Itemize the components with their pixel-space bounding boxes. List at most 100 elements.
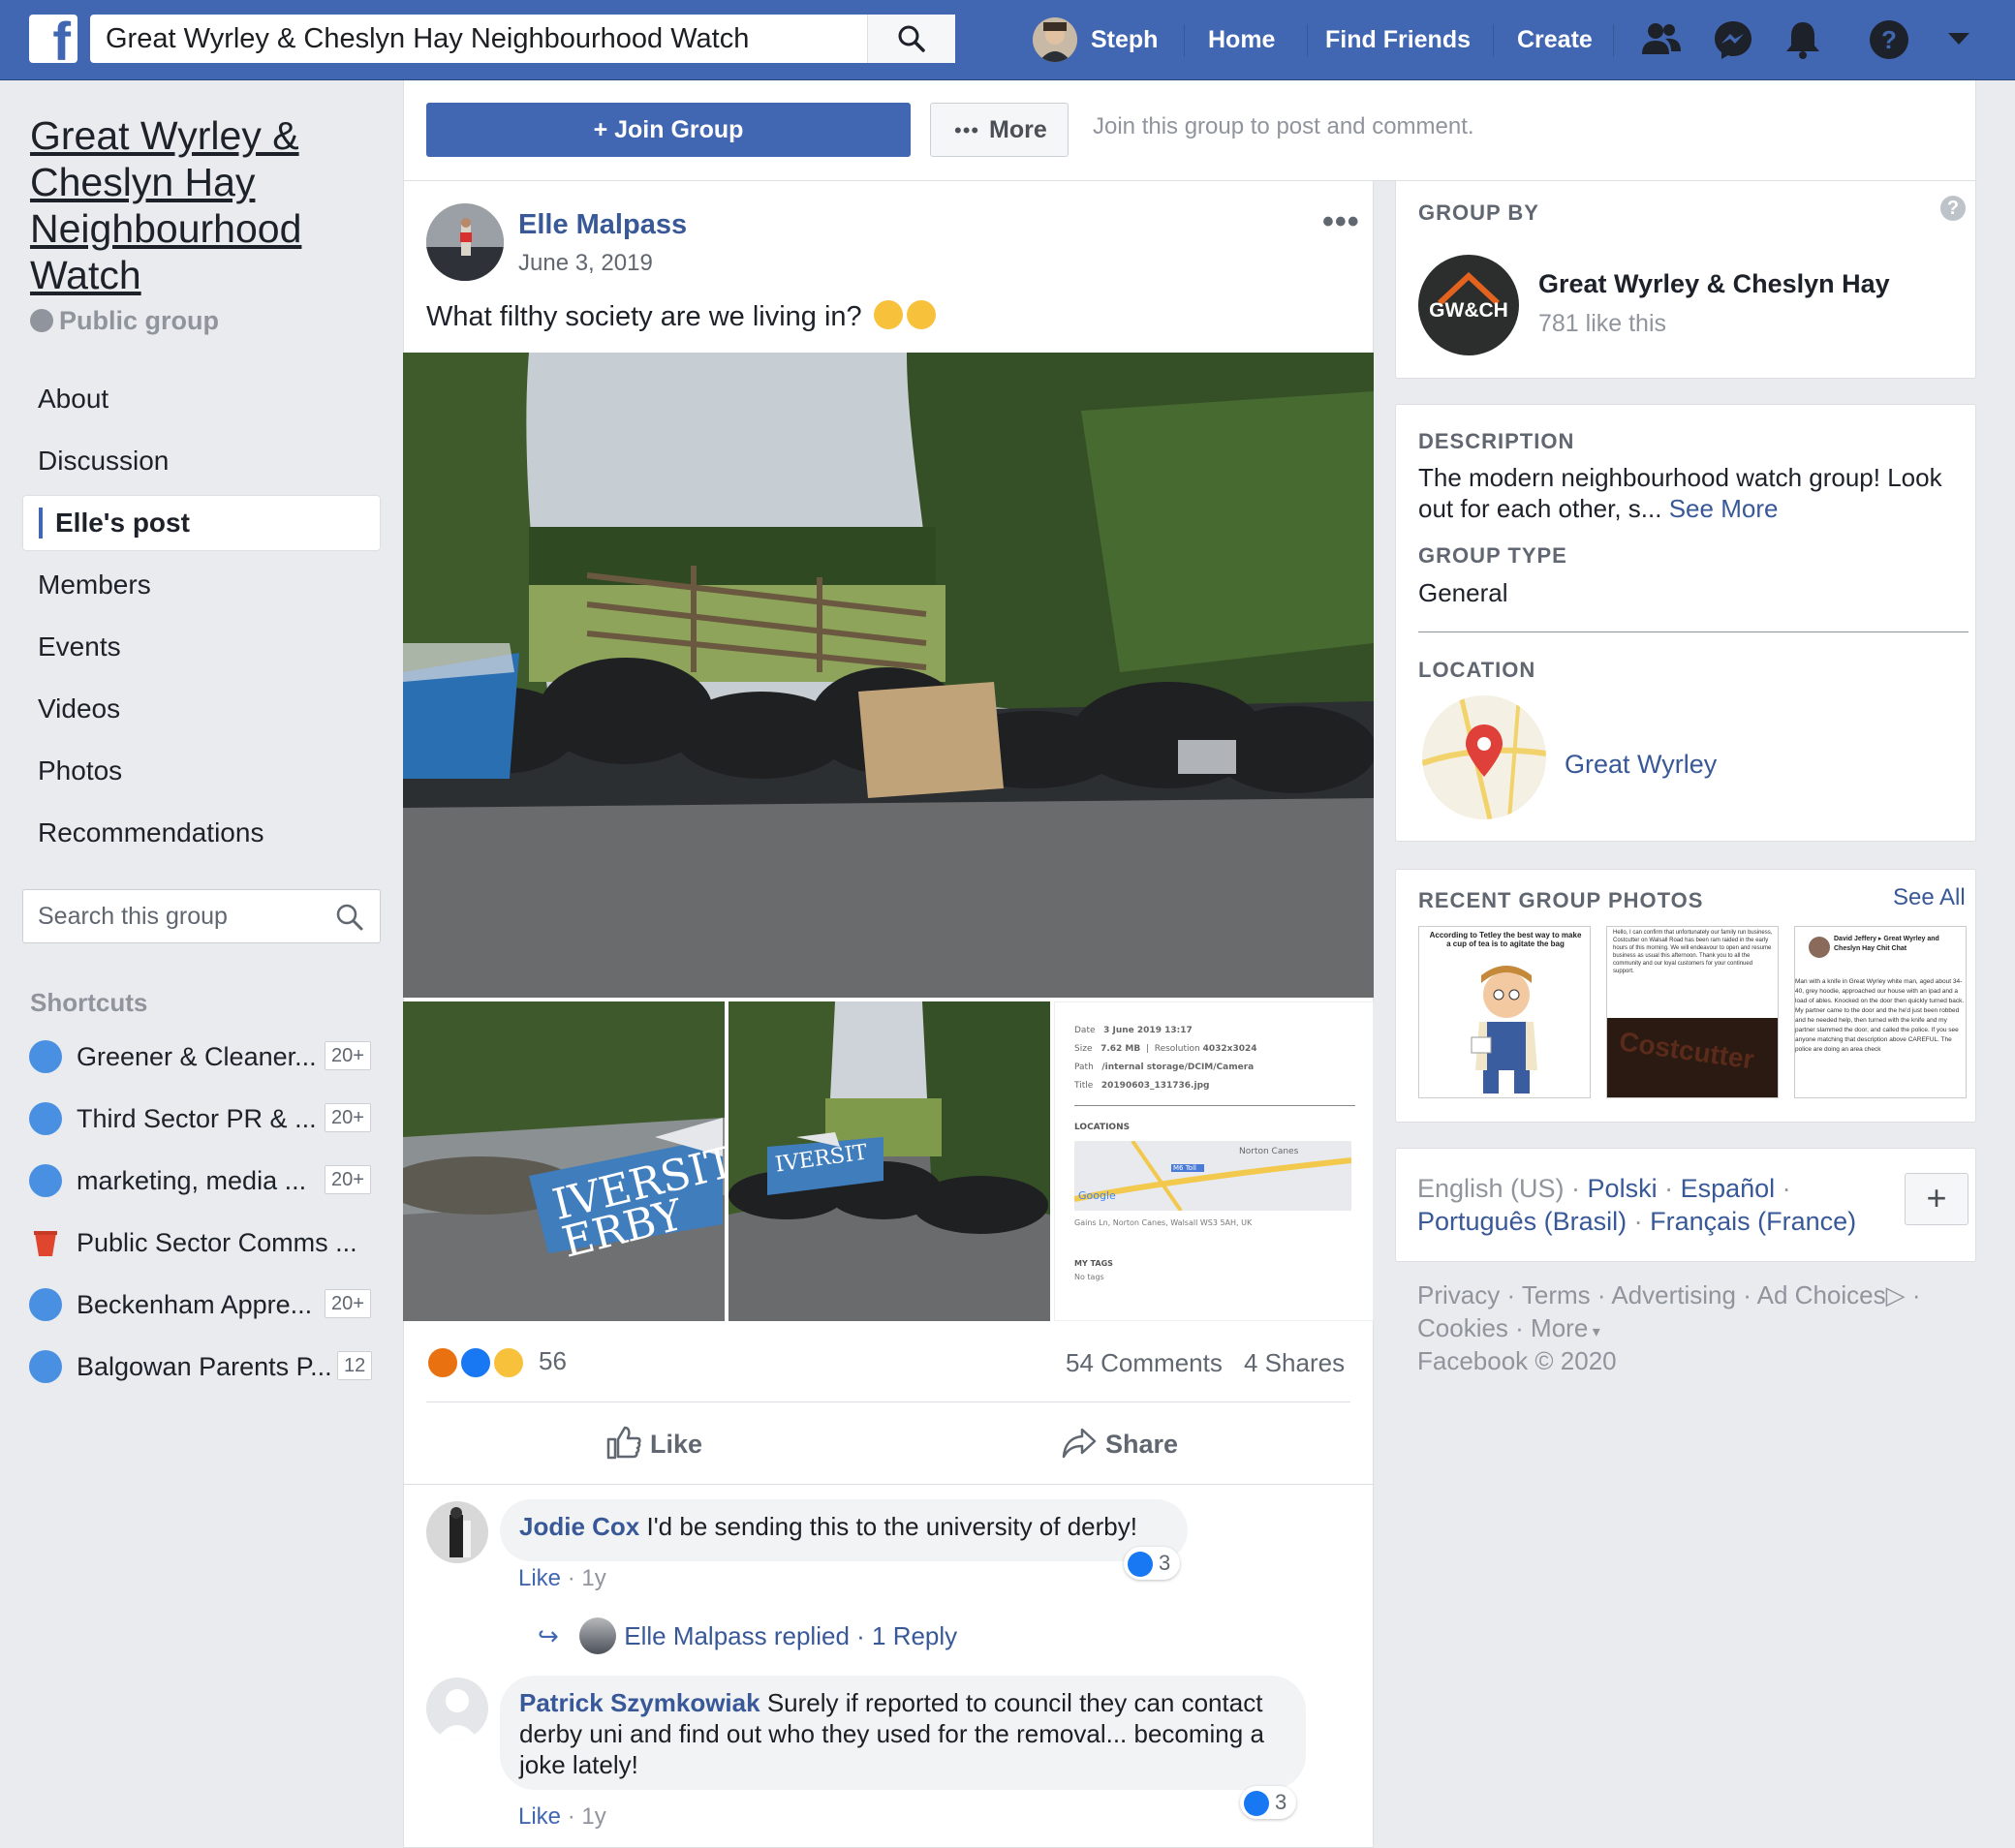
create-link[interactable]: Create: [1517, 0, 1593, 80]
footer-link[interactable]: Cookies: [1417, 1313, 1508, 1342]
shortcut-item[interactable]: Greener & Cleaner... 20+: [29, 1037, 378, 1076]
nav-recommendations[interactable]: Recommendations: [38, 805, 264, 861]
see-more-link[interactable]: See More: [1669, 494, 1779, 523]
shortcuts-heading: Shortcuts: [30, 988, 148, 1017]
footer-link[interactable]: Terms: [1522, 1280, 1591, 1309]
location-link[interactable]: Great Wyrley: [1565, 750, 1717, 780]
post-date[interactable]: June 3, 2019: [518, 250, 653, 277]
comment-meta: Like · 1y: [518, 1803, 606, 1830]
shortcut-item[interactable]: Third Sector PR & ... 20+: [29, 1099, 378, 1138]
nav-divider: [1613, 24, 1614, 57]
comment-like-count[interactable]: 3: [1240, 1786, 1297, 1819]
divider: [1418, 631, 1968, 632]
global-search-input[interactable]: Great Wyrley & Cheslyn Hay Neighbourhood…: [90, 15, 955, 63]
search-icon: [898, 25, 925, 52]
share-button[interactable]: Share: [1061, 1424, 1178, 1461]
photo-meta-row: Date 3 June 2019 13:17: [1074, 1026, 1193, 1035]
comment-age[interactable]: 1y: [581, 1565, 605, 1591]
nav-events[interactable]: Events: [38, 619, 121, 675]
recent-photo-header: David Jeffery ▸ Great Wyrley and Cheslyn…: [1834, 936, 1939, 952]
comment-meta: Like · 1y: [518, 1565, 606, 1591]
search-button[interactable]: [867, 15, 955, 63]
group-type-value: General: [1418, 578, 1508, 607]
reaction-count[interactable]: 56: [539, 1346, 567, 1376]
commenter-name[interactable]: Patrick Szymkowiak: [519, 1688, 760, 1717]
help-question-icon[interactable]: ?: [1940, 196, 1966, 221]
group-search-input[interactable]: [23, 890, 314, 942]
shortcut-item[interactable]: marketing, media ... 20+: [29, 1161, 378, 1200]
group-icon: [29, 1350, 62, 1383]
more-button[interactable]: More: [930, 103, 1069, 157]
comment-like-link[interactable]: Like: [518, 1565, 561, 1591]
group-by-heading: GROUP BY: [1418, 200, 1539, 225]
comment-count-link[interactable]: 54 Comments: [1066, 1348, 1223, 1378]
profile-link[interactable]: Steph: [1091, 0, 1158, 80]
account-menu-chevron-icon[interactable]: [1941, 27, 1976, 50]
footer-link[interactable]: Privacy: [1417, 1280, 1500, 1309]
post-options-icon[interactable]: •••: [1322, 203, 1360, 241]
nav-elles-post[interactable]: Elle's post: [55, 495, 190, 551]
shortcut-count-badge: 20+: [325, 1041, 371, 1070]
nav-about[interactable]: About: [38, 371, 108, 427]
angry-reaction-icon: [426, 1346, 459, 1379]
recent-photo-3[interactable]: David Jeffery ▸ Great Wyrley and Cheslyn…: [1794, 926, 1967, 1098]
comment-like-count[interactable]: 3: [1124, 1547, 1181, 1580]
like-button[interactable]: Like: [605, 1424, 702, 1461]
language-link[interactable]: Português (Brasil): [1417, 1207, 1627, 1236]
shortcut-label: Balgowan Parents P...: [77, 1352, 332, 1381]
top-navigation-bar: f Great Wyrley & Cheslyn Hay Neighbourho…: [0, 0, 2015, 80]
share-count-link[interactable]: 4 Shares: [1244, 1348, 1345, 1378]
home-link[interactable]: Home: [1208, 0, 1275, 80]
nav-divider: [1307, 24, 1308, 57]
notifications-bell-icon[interactable]: [1781, 17, 1825, 62]
like-reaction-icon: [1128, 1552, 1153, 1577]
footer-link[interactable]: Advertising: [1611, 1280, 1736, 1309]
comment-age[interactable]: 1y: [581, 1803, 605, 1830]
recent-photo-1[interactable]: According to Tetley the best way to make…: [1418, 926, 1591, 1098]
find-friends-link[interactable]: Find Friends: [1325, 0, 1471, 80]
nav-videos[interactable]: Videos: [38, 681, 120, 737]
language-link[interactable]: Français (France): [1650, 1207, 1856, 1236]
post-photo-3[interactable]: IVERSIT: [728, 1001, 1050, 1321]
user-avatar[interactable]: [1033, 17, 1077, 62]
footer-more-link[interactable]: More: [1531, 1313, 1588, 1342]
language-link[interactable]: Español: [1681, 1174, 1776, 1203]
comment-like-link[interactable]: Like: [518, 1803, 561, 1830]
location-map-icon[interactable]: [1422, 695, 1546, 819]
shortcut-item[interactable]: Balgowan Parents P... 12: [29, 1347, 378, 1386]
add-language-button[interactable]: +: [1905, 1173, 1968, 1225]
commenter-avatar[interactable]: [426, 1501, 488, 1563]
post-photo-main[interactable]: [403, 353, 1374, 998]
photo-meta-row: Size 7.62 MB | Resolution 4032x3024: [1074, 1044, 1257, 1054]
post-author-name[interactable]: Elle Malpass: [518, 209, 687, 241]
group-search-field[interactable]: [22, 889, 381, 943]
language-link[interactable]: Polski: [1588, 1174, 1658, 1203]
search-icon[interactable]: [335, 903, 364, 932]
group-title-link[interactable]: Great Wyrley & Cheslyn Hay Neighbourhood…: [30, 112, 379, 298]
messenger-icon[interactable]: [1711, 17, 1755, 62]
friend-requests-icon[interactable]: [1639, 17, 1684, 62]
nav-discussion[interactable]: Discussion: [38, 433, 169, 489]
commenter-avatar[interactable]: [426, 1678, 488, 1740]
post-photo-4[interactable]: Date 3 June 2019 13:17 Size 7.62 MB | Re…: [1054, 1001, 1374, 1321]
recent-photo-2[interactable]: Hello, I can confirm that unfortunately …: [1606, 926, 1779, 1098]
shortcut-item[interactable]: Public Sector Comms ...: [29, 1223, 378, 1262]
reply-summary[interactable]: ↪ Elle Malpass replied · 1 Reply: [538, 1617, 957, 1654]
facebook-logo-icon[interactable]: f: [29, 15, 78, 63]
crying-face-icon: [873, 300, 903, 329]
shortcut-item[interactable]: Beckenham Appre... 20+: [29, 1285, 378, 1324]
shortcut-label: Public Sector Comms ...: [77, 1228, 357, 1257]
join-group-button[interactable]: + Join Group: [426, 103, 911, 157]
post-photo-2[interactable]: IVERSIT ERBY: [403, 1001, 725, 1321]
page-logo[interactable]: GW&CH: [1418, 255, 1519, 355]
post-author-avatar[interactable]: [426, 203, 504, 281]
page-name-link[interactable]: Great Wyrley & Cheslyn Hay: [1538, 269, 1890, 299]
see-all-link[interactable]: See All: [1893, 884, 1966, 911]
commenter-name[interactable]: Jodie Cox: [519, 1512, 639, 1541]
nav-photos[interactable]: Photos: [38, 743, 122, 799]
footer-link[interactable]: Ad Choices: [1757, 1280, 1886, 1309]
nav-members[interactable]: Members: [38, 557, 151, 613]
like-label: Like: [650, 1430, 703, 1459]
ad-choices-icon: ▷: [1885, 1280, 1906, 1309]
help-icon[interactable]: ?: [1867, 17, 1911, 62]
